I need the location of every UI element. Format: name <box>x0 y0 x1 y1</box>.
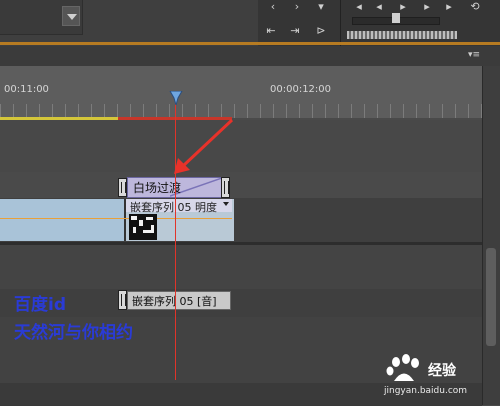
panel-dropdown-button[interactable] <box>62 6 80 26</box>
timecode-label-left: 00:11:00 <box>4 84 49 95</box>
transition-handle-left[interactable] <box>118 178 127 197</box>
opacity-line[interactable] <box>0 218 232 219</box>
transition-track-row[interactable] <box>0 172 482 199</box>
step-forward-frame-icon[interactable]: ▸ <box>418 0 436 14</box>
video-clip-left[interactable] <box>0 199 124 241</box>
mark-in-icon[interactable]: ⇤ <box>262 24 280 38</box>
watermark-line-2: 天然河与你相约 <box>14 323 133 343</box>
marker-icon[interactable]: ▾ <box>312 0 330 14</box>
insert-icon[interactable]: ⊳ <box>312 24 330 38</box>
playhead-line <box>175 100 176 380</box>
baidu-logo-text: 经验 <box>428 363 456 379</box>
nested-clip-label: 嵌套序列 05 明度 <box>130 201 217 214</box>
clip-thumbnail <box>129 214 157 240</box>
play-icon[interactable]: ▸ <box>394 0 412 14</box>
baidu-paw-icon <box>386 354 419 381</box>
vertical-scrollbar[interactable] <box>482 66 500 405</box>
step-back-frame-icon[interactable]: ◂ <box>370 0 388 14</box>
loop-icon[interactable]: ⟲ <box>466 0 484 14</box>
go-to-out-icon[interactable]: ▸ <box>440 0 458 14</box>
baidu-url: jingyan.baidu.com <box>384 386 468 396</box>
playhead-marker-icon[interactable] <box>168 91 184 105</box>
mark-out-icon[interactable]: ⇥ <box>286 24 304 38</box>
watermark-line-1: 百度id <box>14 295 66 315</box>
jog-knob[interactable] <box>392 13 400 23</box>
ruler-ticks <box>0 104 482 118</box>
transition-label: 白场过渡 <box>133 181 182 195</box>
audio-clip-handle[interactable] <box>118 290 127 310</box>
chevron-down-icon <box>67 14 77 20</box>
audio-track-2[interactable] <box>0 289 482 318</box>
transition-handle-right[interactable] <box>221 177 230 198</box>
video-track-2[interactable] <box>0 120 482 173</box>
step-back-icon[interactable]: ‹ <box>264 0 282 14</box>
timeline-panel-header <box>0 46 500 67</box>
step-forward-icon[interactable]: › <box>288 0 306 14</box>
shuttle-control[interactable] <box>347 31 457 39</box>
scrollbar-thumb[interactable] <box>486 248 496 346</box>
audio-track-1[interactable] <box>0 245 482 290</box>
timecode-label-right: 00:00:12:00 <box>270 84 332 95</box>
go-to-in-icon[interactable]: ◂ <box>350 0 368 14</box>
panel-focus-highlight <box>0 42 500 45</box>
chevron-down-icon[interactable] <box>223 202 229 206</box>
panel-menu-icon[interactable]: ▾≡ <box>468 50 484 62</box>
